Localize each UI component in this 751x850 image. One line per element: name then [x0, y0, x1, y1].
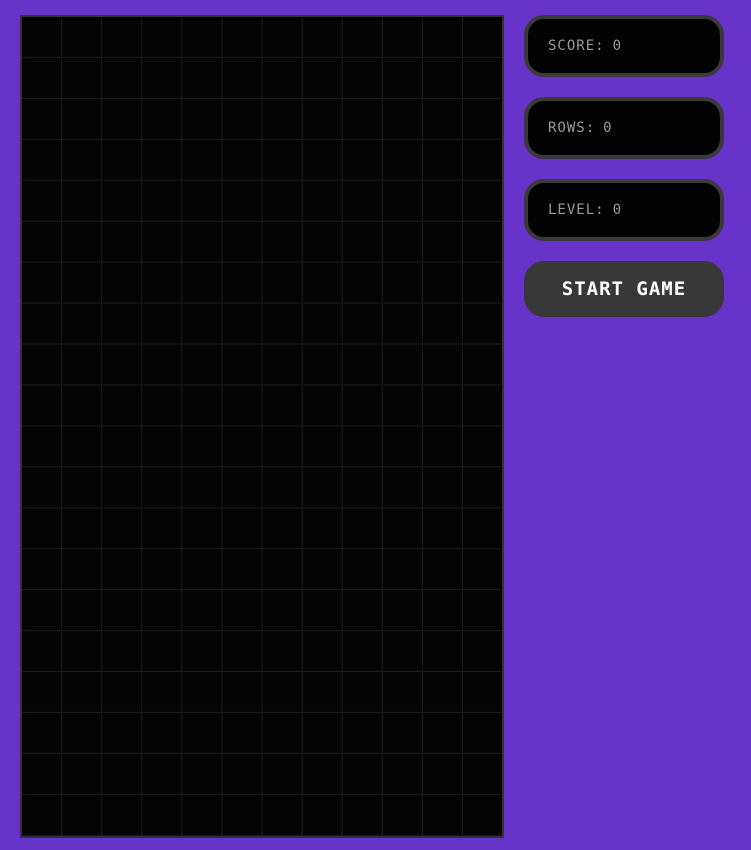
rows-display: ROWS:0: [524, 97, 724, 159]
score-label: SCORE: [548, 38, 596, 54]
level-label: LEVEL: [548, 202, 596, 218]
score-separator: :: [595, 38, 605, 54]
score-display: SCORE:0: [524, 15, 724, 77]
rows-value: 0: [603, 120, 613, 136]
level-value: 0: [612, 202, 623, 218]
game-board: [20, 15, 504, 838]
rows-separator: :: [585, 120, 596, 136]
start-game-button[interactable]: START GAME: [524, 261, 724, 317]
level-display: LEVEL:0: [524, 179, 724, 241]
score-value: 0: [612, 38, 623, 54]
level-separator: :: [595, 202, 605, 218]
rows-label: ROWS: [548, 120, 586, 136]
